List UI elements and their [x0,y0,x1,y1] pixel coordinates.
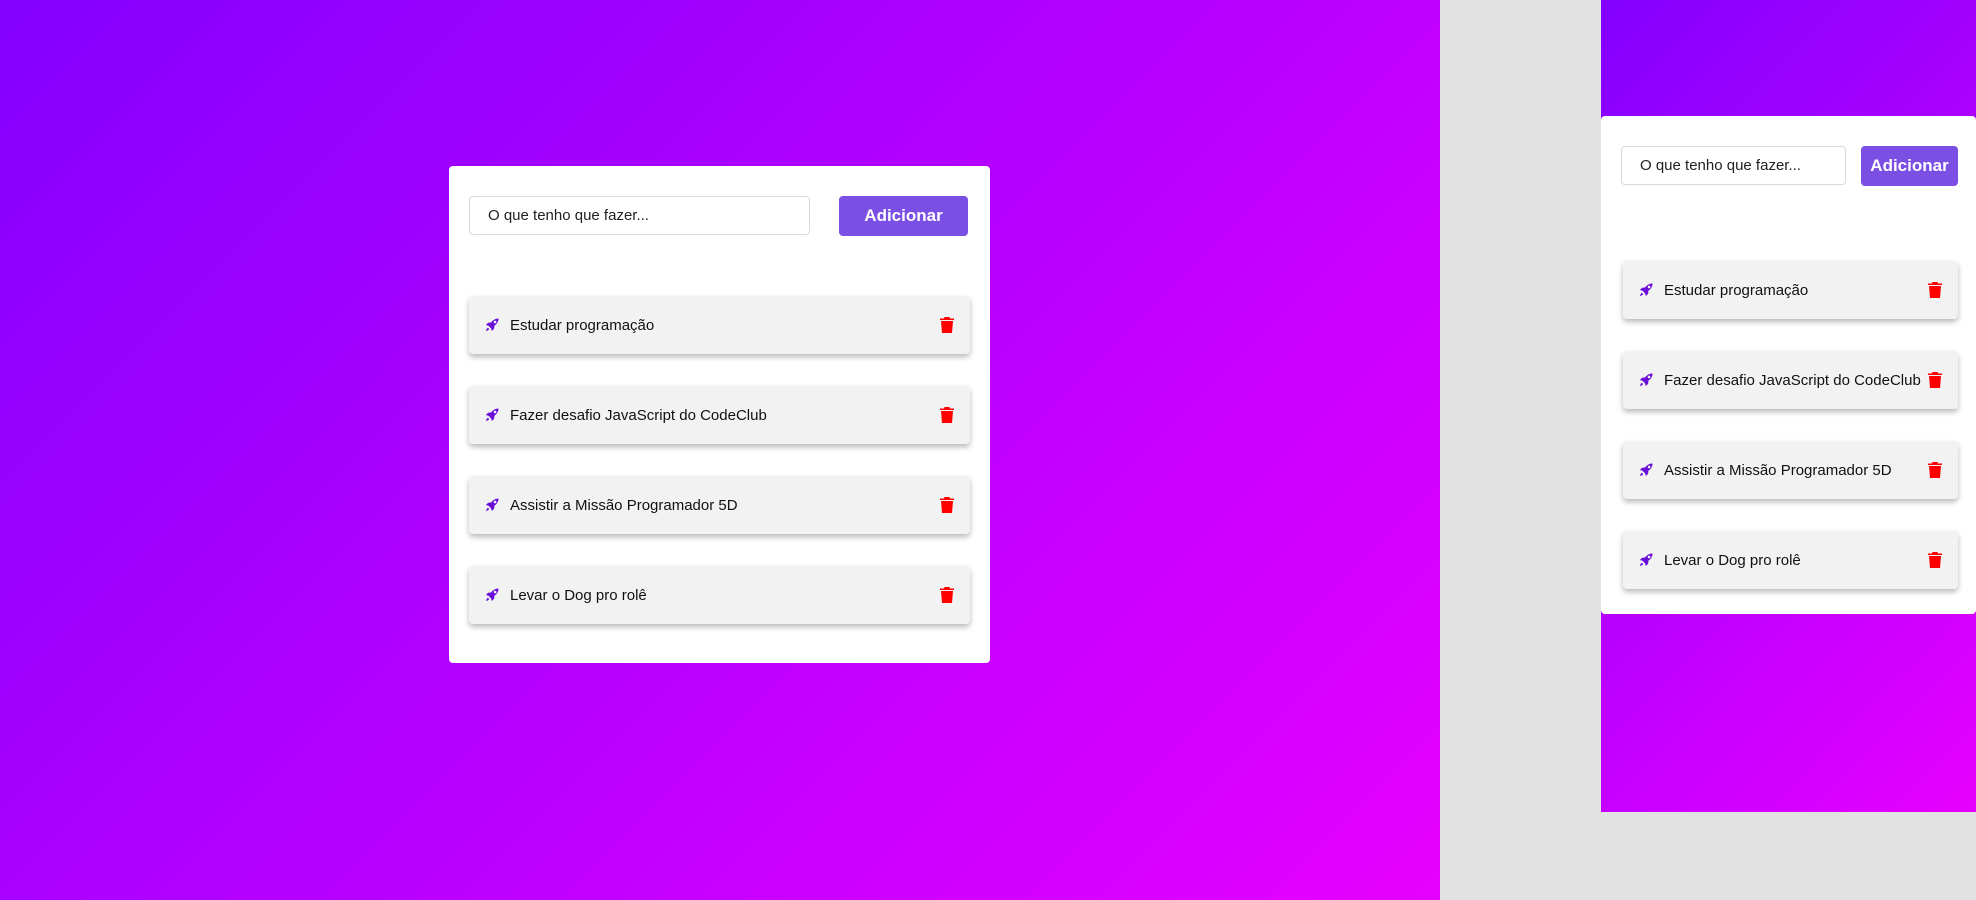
task-item: Fazer desafio JavaScript do CodeClub [1623,351,1958,409]
task-text: Estudar programação [510,316,655,334]
rocket-icon [1639,463,1653,477]
todo-card: Adicionar Estudar programação Fazer desa… [449,166,990,663]
task-item: Levar o Dog pro rolê [469,566,970,624]
desktop-view: Adicionar Estudar programação Fazer desa… [0,0,1440,900]
todo-card: Adicionar Estudar programação Fazer desa… [1601,116,1976,614]
task-text: Assistir a Missão Programador 5D [1664,461,1892,479]
trash-icon[interactable] [1928,282,1942,298]
trash-icon[interactable] [1928,552,1942,568]
task-item: Assistir a Missão Programador 5D [469,476,970,534]
add-button[interactable]: Adicionar [1861,146,1958,186]
rocket-icon [1639,553,1653,567]
task-list: Estudar programação Fazer desafio JavaSc… [469,296,970,656]
trash-icon[interactable] [1928,462,1942,478]
task-item: Fazer desafio JavaScript do CodeClub [469,386,970,444]
rocket-icon [485,318,499,332]
add-button[interactable]: Adicionar [839,196,968,236]
task-text: Assistir a Missão Programador 5D [510,496,738,514]
task-item: Estudar programação [469,296,970,354]
task-list: Estudar programação Fazer desafio JavaSc… [1623,261,1958,621]
trash-icon[interactable] [940,497,954,513]
task-input[interactable] [469,196,810,235]
task-text: Fazer desafio JavaScript do CodeClub [510,406,767,424]
trash-icon[interactable] [940,317,954,333]
trash-icon[interactable] [940,587,954,603]
rocket-icon [485,588,499,602]
trash-icon[interactable] [940,407,954,423]
task-text: Levar o Dog pro rolê [510,586,647,604]
task-item: Estudar programação [1623,261,1958,319]
task-text: Levar o Dog pro rolê [1664,551,1801,569]
rocket-icon [1639,373,1653,387]
mobile-view: Adicionar Estudar programação Fazer desa… [1601,0,1976,812]
task-text: Estudar programação [1664,281,1809,299]
rocket-icon [485,408,499,422]
task-item: Levar o Dog pro rolê [1623,531,1958,589]
rocket-icon [1639,283,1653,297]
rocket-icon [485,498,499,512]
task-text: Fazer desafio JavaScript do CodeClub [1664,371,1921,389]
trash-icon[interactable] [1928,372,1942,388]
task-input[interactable] [1621,146,1846,185]
task-item: Assistir a Missão Programador 5D [1623,441,1958,499]
